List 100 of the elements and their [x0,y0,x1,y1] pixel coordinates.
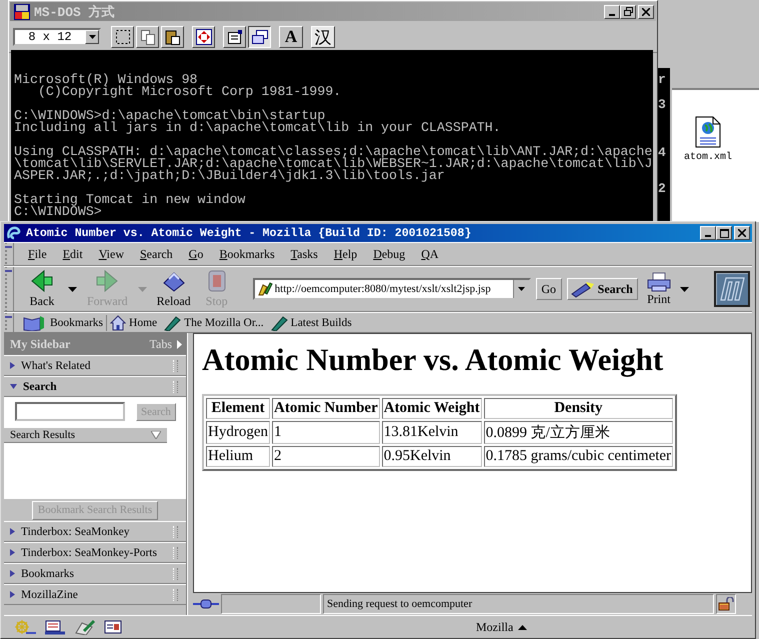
panel-grippy[interactable] [173,526,178,538]
font-button[interactable]: 汉 [311,26,335,48]
twisty-closed-icon [10,549,15,556]
console-character: 4 [658,147,666,159]
caret-icon [138,286,147,292]
url-field[interactable]: http://oemcomputer:8080/mytest/xslt/xslt2jsp.jsp [252,278,531,300]
column-header: Density [484,398,674,419]
restore-button[interactable] [620,4,636,18]
window-title: MS-DOS 方式 [34,4,116,20]
close-icon [642,8,650,16]
console-character: r [658,74,666,86]
unlocked-padlock-icon [718,597,734,611]
sidebar-panel-header[interactable]: Tinderbox: SeaMonkey [4,521,186,542]
pen-icon[interactable] [74,619,96,635]
address-card-icon[interactable] [104,619,124,635]
menu-item[interactable]: Tasks [282,246,326,262]
stop-icon [206,269,228,293]
mail-icon[interactable] [44,619,66,635]
console-line: Including all jars in d:\apache\tomcat\lib in your CLASSPATH. [14,122,502,134]
copy-button[interactable] [136,26,159,48]
twisty-closed-icon [10,528,15,535]
nav-button[interactable]: Back [22,269,62,309]
sidebar-panel-header[interactable]: Tinderbox: SeaMonkey-Ports [4,542,186,563]
close-button[interactable] [734,226,750,240]
go-button[interactable]: Go [536,278,562,300]
paste-button[interactable] [161,26,184,48]
table-cell: 1 [272,421,380,444]
search-button[interactable]: Search [566,278,638,300]
console-line: Using CLASSPATH: d:\apache\tomcat\classes;d:\apache\tomcat\lib\ANT.JAR;d:\apache [14,146,650,158]
results-column-header[interactable]: Search Results [4,428,167,443]
menu-item[interactable]: Edit [54,246,91,262]
column-header: Atomic Number [272,398,380,419]
console-line: Starting Tomcat in new window [14,194,246,206]
page-proxy-icon [256,281,273,297]
bookmark-button[interactable]: The Mozilla Or... [160,314,267,330]
panel-grippy[interactable] [173,380,178,392]
properties-button[interactable] [223,26,246,48]
panel-grippy[interactable] [173,546,178,558]
sidebar-panel-header[interactable]: What's Related [4,355,186,376]
twisty-closed-icon [10,362,15,369]
menu-item[interactable]: Debug [365,246,414,262]
bookmark-button[interactable]: Latest Builds [266,314,355,330]
caret-icon [680,286,689,292]
bookmark-button[interactable]: Bookmarks [20,314,106,330]
arrows-icon [196,29,212,45]
plug-icon [193,598,219,610]
maximize-button[interactable] [716,226,732,240]
console-character: 2 [658,183,666,195]
sidebar-panel-header[interactable]: MozillaZine [4,584,186,605]
panel-grippy[interactable] [173,568,178,580]
bookmark-icon [270,314,288,330]
sidebar-title: My Sidebar [10,336,72,352]
print-button[interactable]: Print [644,272,674,306]
menu-item[interactable]: Bookmarks [211,246,283,262]
close-button[interactable] [638,4,654,18]
file-name[interactable]: atom.xml [684,152,732,163]
table-cell: 2 [272,446,380,467]
bookmark-icon [163,314,182,330]
maximize-icon [720,228,728,238]
page-heading: Atomic Number vs. Atomic Weight [202,342,664,378]
taskbar-button[interactable]: Mozilla [470,618,534,636]
search-field[interactable] [15,402,125,421]
windows-icon [252,29,268,45]
arrow-right-icon [177,340,182,348]
minimize-button[interactable] [700,226,716,240]
menu-item[interactable]: File [20,246,55,262]
throbber-logo[interactable] [714,271,750,307]
minimize-button[interactable] [604,4,620,18]
mark-button[interactable] [111,26,134,48]
toolbar-grippy[interactable] [4,313,14,332]
panel-grippy[interactable] [173,360,178,372]
menu-item[interactable]: Search [132,246,181,262]
menu-item[interactable]: QA [413,246,447,262]
console-character: 3 [658,99,666,111]
twisty-open-icon [10,384,17,389]
panel-grippy[interactable] [173,588,178,600]
clipboard-icon [164,29,180,45]
toolbar-grippy[interactable] [4,243,14,265]
menu-item[interactable]: View [90,246,132,262]
console-line: C:\WINDOWS> [14,206,103,218]
sidebar-panel-header[interactable]: Bookmarks [4,563,186,584]
menu-item[interactable]: Help [326,246,366,262]
menu-item[interactable]: Go [180,246,212,262]
table-cell: 13.81Kelvin [382,421,482,444]
copy-icon [140,29,156,45]
flashlight-icon [570,280,596,298]
font-size-dropdown[interactable]: 8 x 12 [13,28,101,46]
nav-button[interactable]: Reload [152,269,195,309]
bookmark-button[interactable]: Home [106,314,160,330]
toolbar-grippy[interactable] [4,267,14,311]
table-cell: 0.0899 克/立方厘米 [484,421,674,444]
full-screen-button[interactable] [192,26,215,48]
printer-icon [646,272,672,292]
selection-icon [114,29,130,45]
status-text: Sending request to oemcomputer [323,594,714,614]
background-button[interactable] [248,26,271,48]
minimize-icon [609,14,615,16]
xml-file-icon[interactable] [695,116,721,148]
font-button[interactable]: A [279,26,303,48]
ship-wheel-icon[interactable] [12,619,36,635]
